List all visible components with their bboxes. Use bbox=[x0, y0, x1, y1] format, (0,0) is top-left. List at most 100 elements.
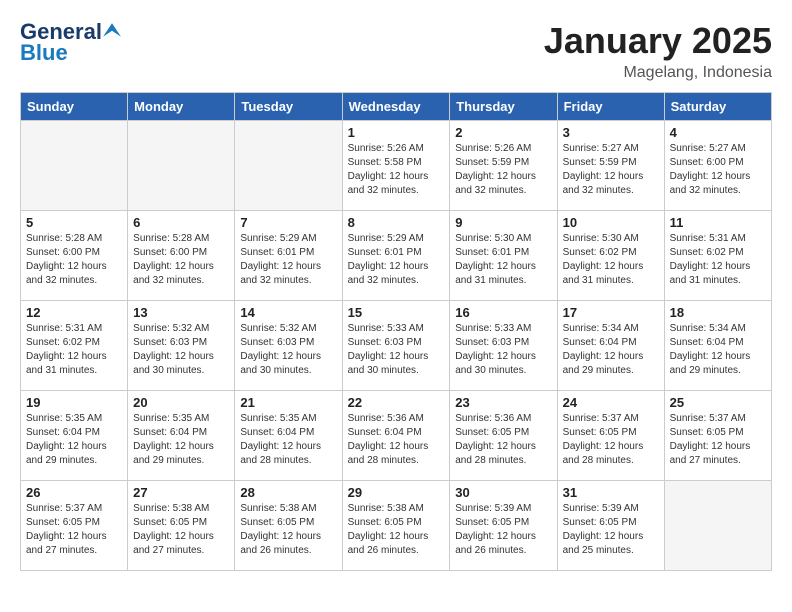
day-number: 14 bbox=[240, 305, 336, 320]
day-number: 25 bbox=[670, 395, 766, 410]
calendar-cell: 9 Sunrise: 5:30 AMSunset: 6:01 PMDaylight… bbox=[450, 211, 557, 301]
calendar-cell: 2 Sunrise: 5:26 AMSunset: 5:59 PMDaylight… bbox=[450, 121, 557, 211]
day-info: Sunrise: 5:28 AMSunset: 6:00 PMDaylight:… bbox=[26, 232, 122, 288]
logo: General Blue bbox=[20, 20, 121, 66]
col-monday: Monday bbox=[128, 93, 235, 121]
day-number: 20 bbox=[133, 395, 229, 410]
calendar-cell: 10 Sunrise: 5:30 AMSunset: 6:02 PMDayligh… bbox=[557, 211, 664, 301]
day-number: 27 bbox=[133, 485, 229, 500]
calendar-cell: 21 Sunrise: 5:35 AMSunset: 6:04 PMDayligh… bbox=[235, 391, 342, 481]
day-info: Sunrise: 5:39 AMSunset: 6:05 PMDaylight:… bbox=[455, 502, 551, 558]
calendar-cell bbox=[235, 121, 342, 211]
calendar-subtitle: Magelang, Indonesia bbox=[544, 64, 772, 82]
day-number: 16 bbox=[455, 305, 551, 320]
calendar-header-row: Sunday Monday Tuesday Wednesday Thursday… bbox=[21, 93, 772, 121]
calendar-cell: 7Sunrise: 5:29 AMSunset: 6:01 PMDaylight… bbox=[235, 211, 342, 301]
calendar-cell bbox=[128, 121, 235, 211]
day-number: 17 bbox=[563, 305, 659, 320]
day-info: Sunrise: 5:35 AMSunset: 6:04 PMDaylight:… bbox=[26, 412, 122, 468]
calendar-week-3: 12Sunrise: 5:31 AMSunset: 6:02 PMDayligh… bbox=[21, 301, 772, 391]
day-number: 13 bbox=[133, 305, 229, 320]
calendar-cell bbox=[21, 121, 128, 211]
calendar-cell: 4Sunrise: 5:27 AMSunset: 6:00 PMDaylight… bbox=[664, 121, 771, 211]
day-info: Sunrise: 5:27 AMSunset: 5:59 PMDaylight:… bbox=[563, 142, 659, 198]
calendar-cell: 5 Sunrise: 5:28 AMSunset: 6:00 PMDaylight… bbox=[21, 211, 128, 301]
col-sunday: Sunday bbox=[21, 93, 128, 121]
calendar-cell: 15Sunrise: 5:33 AMSunset: 6:03 PMDayligh… bbox=[342, 301, 450, 391]
calendar-cell: 28 Sunrise: 5:38 AMSunset: 6:05 PMDayligh… bbox=[235, 481, 342, 571]
day-number: 12 bbox=[26, 305, 122, 320]
day-number: 3 bbox=[563, 125, 659, 140]
calendar-week-2: 5 Sunrise: 5:28 AMSunset: 6:00 PMDaylight… bbox=[21, 211, 772, 301]
day-number: 9 bbox=[455, 215, 551, 230]
day-number: 24 bbox=[563, 395, 659, 410]
calendar-cell: 20 Sunrise: 5:35 AMSunset: 6:04 PMDayligh… bbox=[128, 391, 235, 481]
day-number: 2 bbox=[455, 125, 551, 140]
title-block: January 2025 Magelang, Indonesia bbox=[544, 20, 772, 82]
day-number: 19 bbox=[26, 395, 122, 410]
col-friday: Friday bbox=[557, 93, 664, 121]
day-number: 10 bbox=[563, 215, 659, 230]
day-info: Sunrise: 5:33 AMSunset: 6:03 PMDaylight:… bbox=[348, 322, 445, 378]
day-info: Sunrise: 5:28 AMSunset: 6:00 PMDaylight:… bbox=[133, 232, 229, 288]
calendar-cell: 6 Sunrise: 5:28 AMSunset: 6:00 PMDaylight… bbox=[128, 211, 235, 301]
day-info: Sunrise: 5:30 AMSunset: 6:02 PMDaylight:… bbox=[563, 232, 659, 288]
calendar-cell: 16 Sunrise: 5:33 AMSunset: 6:03 PMDayligh… bbox=[450, 301, 557, 391]
day-number: 26 bbox=[26, 485, 122, 500]
page: General Blue January 2025 Magelang, Indo… bbox=[0, 0, 792, 581]
day-info: Sunrise: 5:38 AMSunset: 6:05 PMDaylight:… bbox=[240, 502, 336, 558]
col-wednesday: Wednesday bbox=[342, 93, 450, 121]
day-number: 1 bbox=[348, 125, 445, 140]
calendar-cell: 23 Sunrise: 5:36 AMSunset: 6:05 PMDayligh… bbox=[450, 391, 557, 481]
calendar-cell: 31Sunrise: 5:39 AMSunset: 6:05 PMDayligh… bbox=[557, 481, 664, 571]
day-info: Sunrise: 5:37 AMSunset: 6:05 PMDaylight:… bbox=[670, 412, 766, 468]
day-info: Sunrise: 5:34 AMSunset: 6:04 PMDaylight:… bbox=[670, 322, 766, 378]
day-number: 29 bbox=[348, 485, 445, 500]
day-info: Sunrise: 5:35 AMSunset: 6:04 PMDaylight:… bbox=[240, 412, 336, 468]
calendar-cell: 29 Sunrise: 5:38 AMSunset: 6:05 PMDayligh… bbox=[342, 481, 450, 571]
calendar-cell: 22Sunrise: 5:36 AMSunset: 6:04 PMDayligh… bbox=[342, 391, 450, 481]
calendar-cell: 1 Sunrise: 5:26 AMSunset: 5:58 PMDaylight… bbox=[342, 121, 450, 211]
calendar-week-4: 19 Sunrise: 5:35 AMSunset: 6:04 PMDayligh… bbox=[21, 391, 772, 481]
day-info: Sunrise: 5:30 AMSunset: 6:01 PMDaylight:… bbox=[455, 232, 551, 288]
logo-bird-icon bbox=[103, 21, 121, 39]
day-info: Sunrise: 5:39 AMSunset: 6:05 PMDaylight:… bbox=[563, 502, 659, 558]
day-number: 23 bbox=[455, 395, 551, 410]
day-number: 5 bbox=[26, 215, 122, 230]
col-saturday: Saturday bbox=[664, 93, 771, 121]
calendar-cell: 17Sunrise: 5:34 AMSunset: 6:04 PMDayligh… bbox=[557, 301, 664, 391]
day-info: Sunrise: 5:33 AMSunset: 6:03 PMDaylight:… bbox=[455, 322, 551, 378]
day-info: Sunrise: 5:37 AMSunset: 6:05 PMDaylight:… bbox=[26, 502, 122, 558]
day-info: Sunrise: 5:32 AMSunset: 6:03 PMDaylight:… bbox=[133, 322, 229, 378]
day-info: Sunrise: 5:35 AMSunset: 6:04 PMDaylight:… bbox=[133, 412, 229, 468]
calendar-cell: 27Sunrise: 5:38 AMSunset: 6:05 PMDayligh… bbox=[128, 481, 235, 571]
day-number: 11 bbox=[670, 215, 766, 230]
calendar-cell: 8Sunrise: 5:29 AMSunset: 6:01 PMDaylight… bbox=[342, 211, 450, 301]
calendar-cell: 19 Sunrise: 5:35 AMSunset: 6:04 PMDayligh… bbox=[21, 391, 128, 481]
day-number: 30 bbox=[455, 485, 551, 500]
day-info: Sunrise: 5:37 AMSunset: 6:05 PMDaylight:… bbox=[563, 412, 659, 468]
calendar-cell: 14 Sunrise: 5:32 AMSunset: 6:03 PMDayligh… bbox=[235, 301, 342, 391]
day-number: 21 bbox=[240, 395, 336, 410]
day-info: Sunrise: 5:36 AMSunset: 6:05 PMDaylight:… bbox=[455, 412, 551, 468]
day-number: 28 bbox=[240, 485, 336, 500]
calendar-title: January 2025 bbox=[544, 20, 772, 62]
day-info: Sunrise: 5:26 AMSunset: 5:59 PMDaylight:… bbox=[455, 142, 551, 198]
day-number: 4 bbox=[670, 125, 766, 140]
col-tuesday: Tuesday bbox=[235, 93, 342, 121]
col-thursday: Thursday bbox=[450, 93, 557, 121]
calendar-cell: 30 Sunrise: 5:39 AMSunset: 6:05 PMDayligh… bbox=[450, 481, 557, 571]
day-number: 7 bbox=[240, 215, 336, 230]
day-info: Sunrise: 5:36 AMSunset: 6:04 PMDaylight:… bbox=[348, 412, 445, 468]
calendar-cell: 24 Sunrise: 5:37 AMSunset: 6:05 PMDayligh… bbox=[557, 391, 664, 481]
day-number: 6 bbox=[133, 215, 229, 230]
day-info: Sunrise: 5:32 AMSunset: 6:03 PMDaylight:… bbox=[240, 322, 336, 378]
calendar-cell: 13 Sunrise: 5:32 AMSunset: 6:03 PMDayligh… bbox=[128, 301, 235, 391]
day-info: Sunrise: 5:38 AMSunset: 6:05 PMDaylight:… bbox=[348, 502, 445, 558]
header: General Blue January 2025 Magelang, Indo… bbox=[20, 20, 772, 82]
calendar-cell: 18Sunrise: 5:34 AMSunset: 6:04 PMDayligh… bbox=[664, 301, 771, 391]
calendar-cell: 26 Sunrise: 5:37 AMSunset: 6:05 PMDayligh… bbox=[21, 481, 128, 571]
calendar-cell: 12Sunrise: 5:31 AMSunset: 6:02 PMDayligh… bbox=[21, 301, 128, 391]
calendar-week-5: 26 Sunrise: 5:37 AMSunset: 6:05 PMDayligh… bbox=[21, 481, 772, 571]
day-info: Sunrise: 5:26 AMSunset: 5:58 PMDaylight:… bbox=[348, 142, 445, 198]
